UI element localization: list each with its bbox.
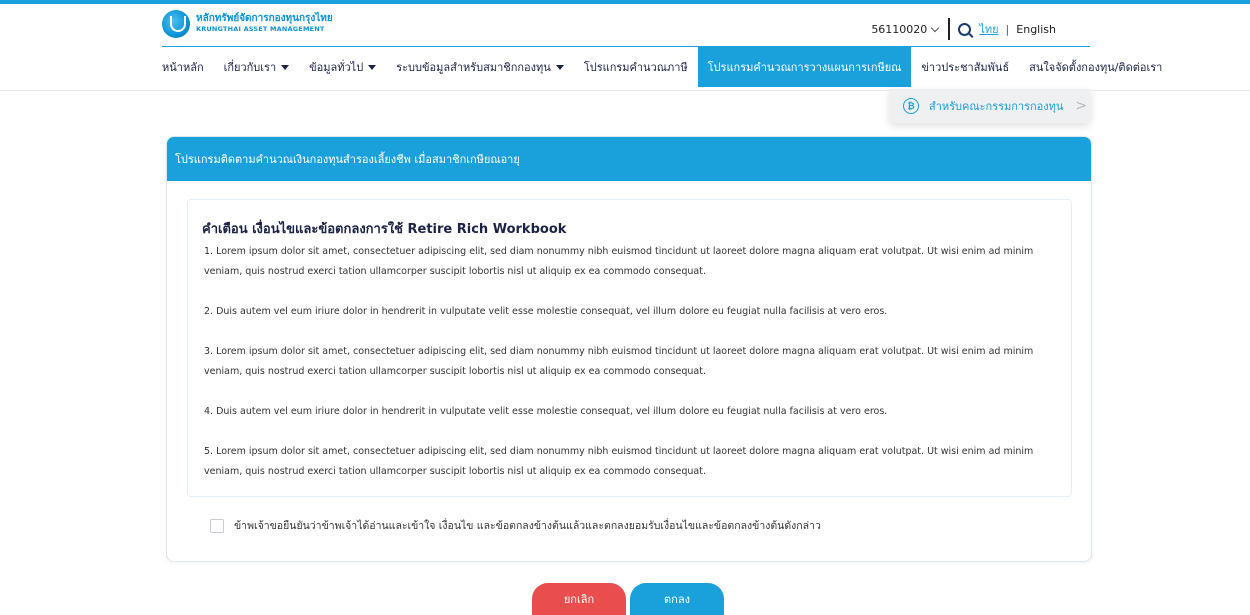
lang-th-link[interactable]: ไทย — [979, 20, 998, 38]
search-icon[interactable] — [958, 22, 972, 36]
account-number: 56110020 — [871, 22, 928, 36]
terms-paragraph: 2. Duis autem vel eum iriure dolor in he… — [204, 306, 888, 317]
consent-label: ข้าพเจ้าขอยืนยันว่าข้าพเจ้าได้อ่านและเข้… — [234, 520, 821, 532]
nav-item-label: ข้อมูลทั่วไป — [309, 61, 364, 74]
terms-paragraph: 5. Lorem ipsum dolor sit amet, consectet… — [204, 446, 1034, 477]
nav-item-label: โปรแกรมคำนวณการวางแผนการเกษียณ — [707, 61, 902, 74]
brand-name-th: หลักทรัพย์จัดการกองทุนกรุงไทย — [196, 13, 333, 24]
nav-item-label: โปรแกรมคำนวณภาษี — [583, 61, 688, 74]
top-accent-bar — [0, 0, 1250, 4]
terms-paragraph: 3. Lorem ipsum dolor sit amet, consectet… — [204, 346, 1034, 377]
nav-item-contact[interactable]: สนใจจัดตั้งกองทุน/ติดต่อเรา — [1019, 47, 1172, 87]
committee-button[interactable]: ₿ สำหรับคณะกรรมการกองทุน > — [889, 89, 1091, 123]
caret-down-icon — [281, 64, 290, 70]
terms-box: คำเตือน เงื่อนไขและข้อตกลงการใช้ Retire … — [187, 199, 1072, 497]
card-header: โปรแกรมติดตามคำนวณเงินกองทุนสำรองเลี้ยงช… — [167, 137, 1091, 181]
nav-item-label: สนใจจัดตั้งกองทุน/ติดต่อเรา — [1029, 61, 1163, 74]
utility-bar: 56110020 ไทย | English — [871, 18, 1056, 40]
terms-title: คำเตือน เงื่อนไขและข้อตกลงการใช้ Retire … — [202, 222, 567, 237]
consent-checkbox[interactable] — [210, 518, 224, 533]
cancel-button[interactable]: ยกเลิก — [532, 583, 626, 615]
nav-item-general-info[interactable]: ข้อมูลทั่วไป — [299, 47, 386, 87]
nav-item-home[interactable]: หน้าหลัก — [162, 47, 214, 87]
brand-logo[interactable]: หลักทรัพย์จัดการกองทุนกรุงไทย KRUNGTHAI … — [162, 10, 333, 38]
chevron-right-icon: > — [1075, 98, 1088, 114]
lang-separator: | — [1005, 22, 1010, 36]
site-header: หลักทรัพย์จัดการกองทุนกรุงไทย KRUNGTHAI … — [162, 10, 1090, 46]
ok-button[interactable]: ตกลง — [630, 583, 724, 615]
nav-item-retirement-planner[interactable]: โปรแกรมคำนวณการวางแผนการเกษียณ — [697, 47, 912, 87]
brand-name-en: KRUNGTHAI ASSET MANAGEMENT — [196, 25, 325, 33]
consent-row[interactable]: ข้าพเจ้าขอยืนยันว่าข้าพเจ้าได้อ่านและเข้… — [210, 517, 821, 534]
brand-name: หลักทรัพย์จัดการกองทุนกรุงไทย KRUNGTHAI … — [196, 14, 333, 34]
chevron-down-icon — [931, 23, 940, 32]
main-nav: หน้าหลัก เกี่ยวกับเรา ข้อมูลทั่วไป ระบบข… — [162, 47, 1172, 87]
divider — [948, 18, 951, 40]
terms-paragraph: 4. Duis autem vel eum iriure dolor in he… — [204, 406, 888, 417]
nav-item-label: เกี่ยวกับเรา — [223, 61, 277, 74]
terms-paragraph: 1. Lorem ipsum dolor sit amet, consectet… — [204, 246, 1034, 277]
nav-item-news[interactable]: ข่าวประชาสัมพันธ์ — [911, 47, 1019, 87]
nav-item-label: หน้าหลัก — [162, 61, 204, 74]
nav-item-about[interactable]: เกี่ยวกับเรา — [214, 47, 300, 87]
ktam-logo-icon — [162, 10, 190, 38]
caret-down-icon — [368, 64, 377, 70]
caret-down-icon — [555, 64, 564, 70]
terms-list: 1. Lorem ipsum dolor sit amet, consectet… — [204, 242, 1060, 482]
committee-icon: ₿ — [903, 98, 919, 114]
nav-item-label: ข่าวประชาสัมพันธ์ — [921, 61, 1010, 74]
terms-card: โปรแกรมติดตามคำนวณเงินกองทุนสำรองเลี้ยงช… — [166, 136, 1092, 562]
lang-en-link[interactable]: English — [1016, 23, 1056, 36]
nav-item-tax-calculator[interactable]: โปรแกรมคำนวณภาษี — [574, 47, 698, 87]
account-dropdown[interactable]: 56110020 — [871, 23, 944, 36]
committee-label: สำหรับคณะกรรมการกองทุน — [929, 100, 1064, 113]
nav-item-label: ระบบข้อมูลสำหรับสมาชิกกองทุน — [396, 61, 551, 74]
nav-item-member-system[interactable]: ระบบข้อมูลสำหรับสมาชิกกองทุน — [386, 47, 574, 87]
